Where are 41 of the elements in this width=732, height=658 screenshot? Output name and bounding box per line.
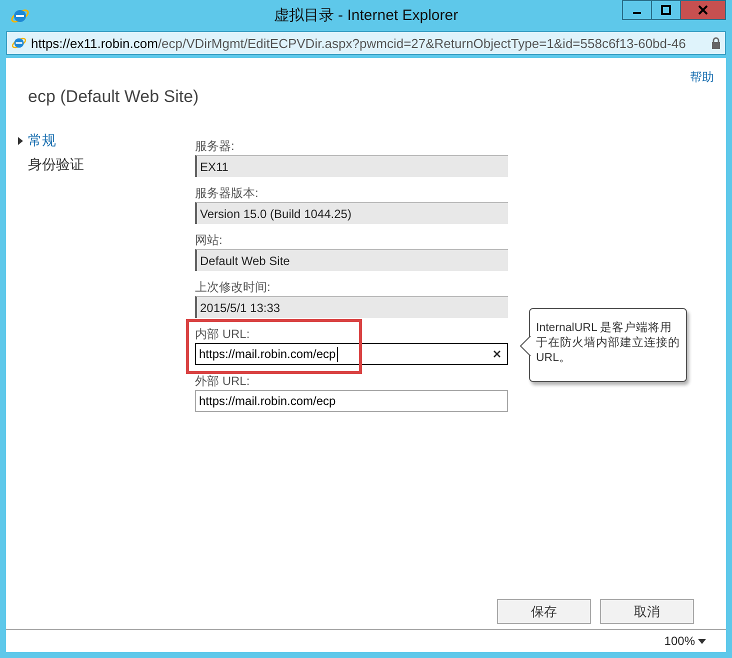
input-field[interactable]: EX11 [195, 155, 508, 177]
address-url: https://ex11.robin.com/ecp/VDirMgmt/EditECPVDir.aspx?pwmcid=27&ReturnObjectType=1&id=558c6f13-60bd-46 [31, 36, 687, 50]
lock-icon [711, 37, 721, 49]
maximize-icon [661, 5, 671, 15]
field-label: 网站: [195, 232, 224, 249]
input-field[interactable]: Version 15.0 (Build 1044.25) [195, 202, 508, 224]
field-value: EX11 [200, 160, 228, 174]
window-title: 虚拟目录 - Internet Explorer [274, 6, 458, 25]
page-title: ecp (Default Web Site) [28, 87, 200, 107]
address-bar[interactable]: https://ex11.robin.com/ecp/VDirMgmt/EditECPVDir.aspx?pwmcid=27&ReturnObjectType=1&id=558c6f13-60bd-46 [6, 31, 726, 55]
cancel-button[interactable]: 取消 [600, 599, 694, 624]
field-value: Version 15.0 (Build 1044.25) [200, 206, 352, 220]
help-link[interactable]: 帮助 [690, 69, 714, 86]
save-button[interactable]: 保存 [497, 599, 591, 624]
field-value: https://mail.robin.com/ecp [199, 347, 336, 361]
minimize-icon [633, 12, 641, 14]
input-field[interactable]: Default Web Site [195, 249, 508, 271]
text-cursor [336, 346, 338, 362]
field-value: 2015/5/1 13:33 [200, 300, 280, 314]
input-field[interactable]: 2015/5/1 13:33 [195, 296, 508, 318]
minimize-button[interactable] [622, 0, 652, 20]
field-label: 外部 URL: [195, 373, 251, 390]
close-button[interactable] [680, 0, 726, 20]
maximize-button[interactable] [651, 0, 681, 20]
close-icon [698, 5, 708, 15]
input-field[interactable]: https://mail.robin.com/ecp [195, 343, 508, 365]
field-value: Default Web Site [200, 254, 290, 268]
tooltip-text: InternalURL 是客户端将用于在防火墙内部建立连接的URL。 [536, 321, 680, 366]
clear-icon[interactable] [493, 350, 501, 358]
selected-arrow-icon [18, 137, 23, 145]
field-label: 服务器版本: [195, 185, 260, 202]
field-label: 上次修改时间: [195, 279, 272, 296]
input-field[interactable]: https://mail.robin.com/ecp [195, 390, 508, 412]
caret-icon[interactable] [698, 638, 706, 644]
field-label: 服务器: [195, 138, 236, 155]
zoom-control[interactable]: 100% [661, 634, 698, 648]
field-value: https://mail.robin.com/ecp [199, 394, 336, 408]
field-label: 内部 URL: [195, 326, 251, 343]
nav-item[interactable]: 身份验证 [15, 153, 195, 177]
nav-item[interactable]: 常规 [15, 129, 195, 153]
page-icon [11, 35, 27, 51]
